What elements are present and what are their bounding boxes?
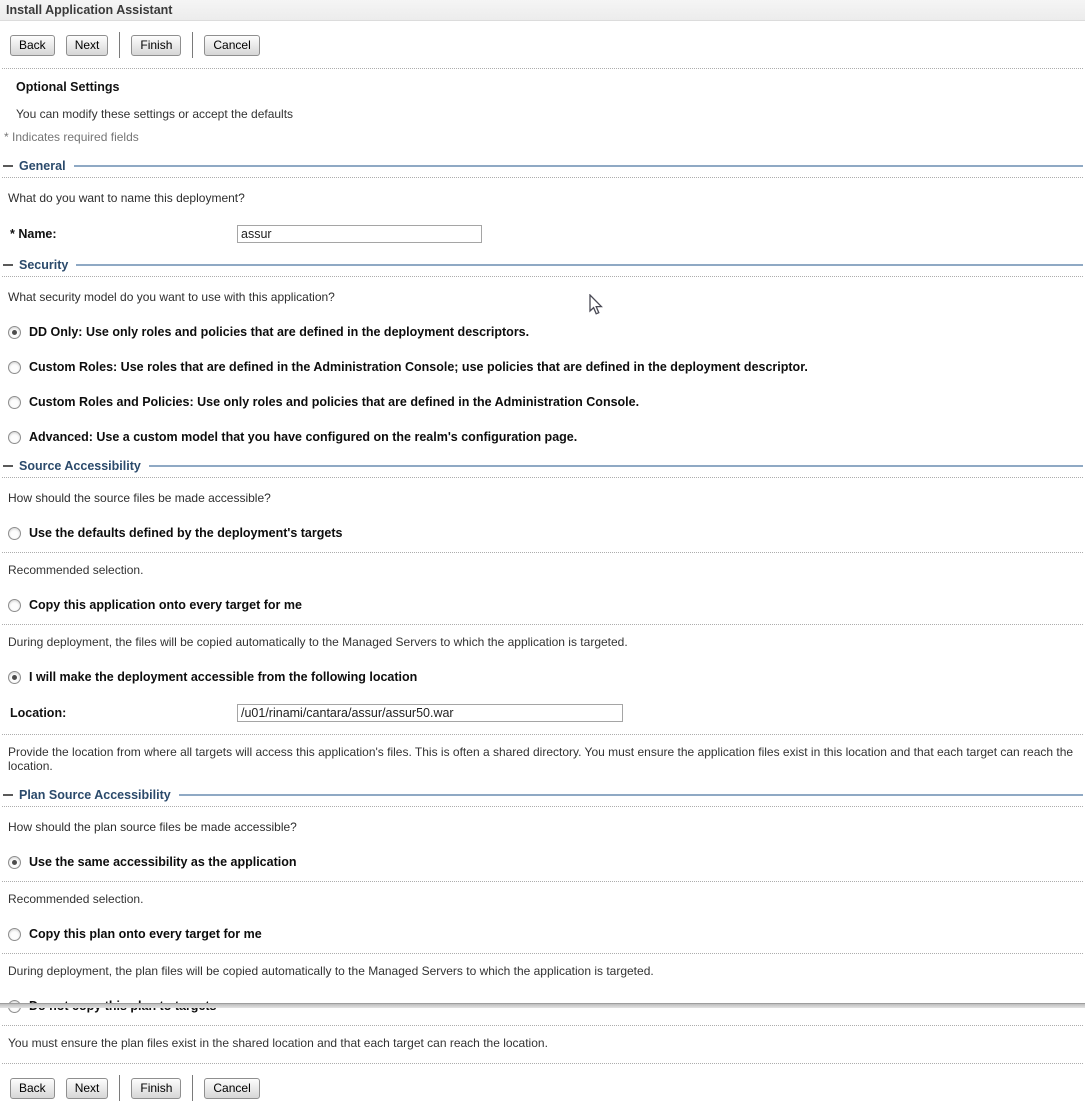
section-source-accessibility: Source Accessibility	[0, 459, 1085, 473]
radio-label: Use the defaults defined by the deployme…	[29, 526, 342, 540]
option-note: Recommended selection.	[8, 892, 1085, 906]
section-plan-source-accessibility: Plan Source Accessibility	[0, 788, 1085, 802]
finish-button[interactable]: Finish	[131, 35, 181, 56]
toolbar-divider	[119, 1075, 120, 1101]
radio-icon[interactable]	[8, 671, 21, 684]
divider	[2, 552, 1083, 553]
radio-option-copy-plan[interactable]: Copy this plan onto every target for me	[8, 927, 1085, 941]
cancel-button[interactable]: Cancel	[204, 35, 259, 56]
location-field-row: Location:	[0, 704, 1085, 722]
section-general: General	[0, 159, 1085, 173]
section-title: Security	[19, 258, 76, 272]
divider	[2, 806, 1083, 807]
divider	[2, 1025, 1083, 1026]
radio-label: DD Only: Use only roles and policies tha…	[29, 325, 529, 339]
section-rule	[74, 165, 1083, 167]
radio-option-custom-roles-policies[interactable]: Custom Roles and Policies: Use only role…	[8, 395, 1085, 409]
section-title: Plan Source Accessibility	[19, 788, 179, 802]
location-note: Provide the location from where all targ…	[8, 745, 1085, 773]
back-button[interactable]: Back	[10, 35, 55, 56]
option-note: During deployment, the files will be cop…	[8, 635, 1085, 649]
toolbar-divider	[192, 1075, 193, 1101]
radio-option-dd-only[interactable]: DD Only: Use only roles and policies tha…	[8, 325, 1085, 339]
name-field-row: * Name:	[0, 225, 1085, 243]
plan-source-question: How should the plan source files be made…	[8, 820, 1085, 834]
radio-label: Copy this plan onto every target for me	[29, 927, 262, 941]
name-input[interactable]	[237, 225, 482, 243]
divider	[2, 177, 1083, 178]
radio-icon[interactable]	[8, 396, 21, 409]
radio-icon[interactable]	[8, 326, 21, 339]
option-note: Recommended selection.	[8, 563, 1085, 577]
option-note: You must ensure the plan files exist in …	[8, 1036, 1085, 1050]
install-application-assistant-page: { "window": { "title": "Install Applicat…	[0, 0, 1085, 1011]
radio-option-advanced[interactable]: Advanced: Use a custom model that you ha…	[8, 430, 1085, 444]
section-rule	[149, 465, 1083, 467]
toolbar-divider	[119, 32, 120, 58]
bottom-toolbar: Back Next Finish Cancel	[0, 1064, 1085, 1111]
radio-icon[interactable]	[8, 599, 21, 612]
source-accessibility-question: How should the source files be made acce…	[8, 491, 1085, 505]
radio-icon[interactable]	[8, 431, 21, 444]
intro-subtitle: You can modify these settings or accept …	[16, 107, 1085, 121]
location-input[interactable]	[237, 704, 623, 722]
cancel-button[interactable]: Cancel	[204, 1078, 259, 1099]
location-label: Location:	[0, 706, 237, 720]
radio-option-use-defaults[interactable]: Use the defaults defined by the deployme…	[8, 526, 1085, 540]
radio-label: Custom Roles and Policies: Use only role…	[29, 395, 639, 409]
option-note: During deployment, the plan files will b…	[8, 964, 1085, 978]
next-button[interactable]: Next	[66, 1078, 109, 1099]
collapse-icon[interactable]	[3, 165, 13, 167]
divider	[2, 881, 1083, 882]
radio-icon[interactable]	[8, 928, 21, 941]
section-security: Security	[0, 258, 1085, 272]
radio-icon[interactable]	[8, 361, 21, 374]
page-title: Install Application Assistant	[0, 0, 1085, 21]
toolbar-divider	[192, 32, 193, 58]
back-button[interactable]: Back	[10, 1078, 55, 1099]
divider	[2, 276, 1083, 277]
section-rule	[179, 794, 1083, 796]
name-label: * Name:	[0, 227, 237, 241]
section-title: General	[19, 159, 74, 173]
general-question: What do you want to name this deployment…	[8, 191, 1085, 205]
required-fields-note: * Indicates required fields	[4, 130, 1085, 144]
radio-option-same-accessibility[interactable]: Use the same accessibility as the applic…	[8, 855, 1085, 869]
top-toolbar: Back Next Finish Cancel	[0, 21, 1085, 68]
divider	[2, 477, 1083, 478]
radio-option-custom-roles[interactable]: Custom Roles: Use roles that are defined…	[8, 360, 1085, 374]
security-question: What security model do you want to use w…	[8, 290, 1085, 304]
radio-option-accessible-location[interactable]: I will make the deployment accessible fr…	[8, 670, 1085, 684]
optional-settings-heading: Optional Settings	[16, 80, 1085, 94]
radio-option-copy-application[interactable]: Copy this application onto every target …	[8, 598, 1085, 612]
section-rule	[76, 264, 1083, 266]
radio-icon[interactable]	[8, 527, 21, 540]
footer-divider-bar	[0, 1003, 1085, 1008]
collapse-icon[interactable]	[3, 465, 13, 467]
next-button[interactable]: Next	[66, 35, 109, 56]
radio-label: I will make the deployment accessible fr…	[29, 670, 417, 684]
divider	[2, 953, 1083, 954]
collapse-icon[interactable]	[3, 794, 13, 796]
finish-button[interactable]: Finish	[131, 1078, 181, 1099]
radio-icon[interactable]	[8, 856, 21, 869]
section-title: Source Accessibility	[19, 459, 149, 473]
divider	[2, 624, 1083, 625]
radio-label: Advanced: Use a custom model that you ha…	[29, 430, 577, 444]
radio-label: Copy this application onto every target …	[29, 598, 302, 612]
divider	[2, 68, 1083, 69]
radio-label: Use the same accessibility as the applic…	[29, 855, 296, 869]
collapse-icon[interactable]	[3, 264, 13, 266]
divider	[2, 734, 1083, 735]
radio-label: Custom Roles: Use roles that are defined…	[29, 360, 808, 374]
